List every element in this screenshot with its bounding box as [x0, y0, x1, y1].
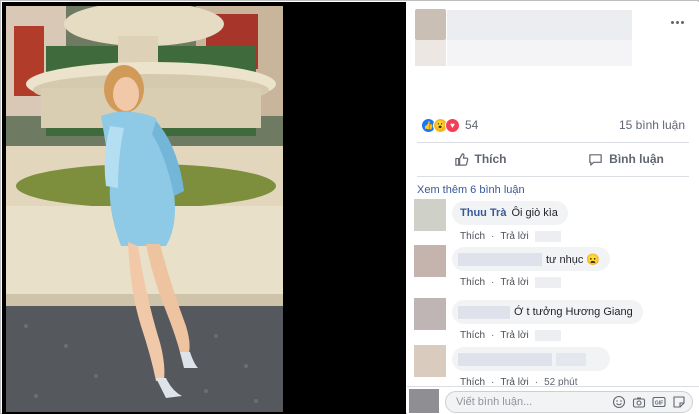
- comment-text: Ôi giò kìa: [511, 207, 558, 219]
- poster-avatar-blurred[interactable]: [415, 9, 446, 40]
- comment-button[interactable]: Bình luận: [553, 144, 699, 174]
- emoji-icon[interactable]: [612, 395, 626, 409]
- comment-time-blurred: [534, 277, 561, 288]
- divider: [417, 176, 689, 177]
- gif-icon[interactable]: GIF: [652, 395, 666, 409]
- comment-meta: Thích · Trả lời: [460, 330, 561, 341]
- divider: [417, 142, 689, 143]
- comment-like-link[interactable]: Thích: [460, 330, 485, 341]
- comment-reply-link[interactable]: Trả lời: [500, 330, 528, 341]
- more-options-icon[interactable]: [669, 16, 685, 28]
- commenter-avatar[interactable]: [414, 245, 446, 277]
- comment-icon: [589, 153, 602, 166]
- separator: ·: [491, 330, 495, 341]
- comment-meta: Thích · Trả lời: [460, 231, 561, 242]
- comment-text: Ớ t tưởng Hương Giang: [514, 306, 633, 318]
- sticker-icon[interactable]: [672, 395, 686, 409]
- comment-author-blurred: [458, 352, 552, 366]
- comment-reply-link[interactable]: Trả lời: [500, 277, 528, 288]
- blurred-region: [415, 40, 446, 66]
- comment-bubble: tư nhục 😦: [452, 247, 611, 271]
- commenter-avatar[interactable]: [414, 199, 446, 231]
- comment-text-blurred: [556, 352, 586, 366]
- photo-pane: [2, 2, 406, 414]
- thumbs-up-icon: [454, 152, 468, 166]
- comment-author-blurred: [458, 252, 542, 266]
- post-panel: 👍 😮 ♥ 54 15 bình luận Thích Bình luận Xe…: [407, 2, 699, 414]
- post-meta-blurred: [447, 40, 632, 66]
- comment-author-blurred: [458, 305, 510, 319]
- love-icon: ♥: [445, 117, 460, 133]
- comment-like-link[interactable]: Thích: [460, 231, 485, 242]
- reaction-count: 54: [465, 118, 479, 132]
- camera-icon[interactable]: [632, 395, 646, 409]
- comment-input[interactable]: [456, 394, 586, 410]
- comment-time-blurred: [534, 330, 561, 341]
- comment-bubble: Ớ t tưởng Hương Giang: [452, 300, 643, 324]
- comment-reply-link[interactable]: Trả lời: [500, 231, 528, 242]
- view-more-comments-link[interactable]: Xem thêm 6 bình luận: [417, 184, 525, 196]
- comment-meta: Thích · Trả lời: [460, 277, 561, 288]
- comment-bubble: [452, 347, 610, 371]
- post-photo[interactable]: [6, 6, 283, 412]
- separator: ·: [491, 231, 495, 242]
- like-button-label: Thích: [474, 152, 507, 166]
- poster-name-blurred: [447, 10, 632, 40]
- comment-like-link[interactable]: Thích: [460, 277, 485, 288]
- post-actions: Thích Bình luận: [407, 144, 699, 174]
- composer-tools: GIF: [612, 395, 686, 409]
- comment-author[interactable]: Thuu Trà: [460, 207, 506, 219]
- comment-input-wrapper: GIF: [445, 391, 693, 413]
- post-header: [407, 2, 699, 102]
- commenter-avatar[interactable]: [414, 345, 446, 377]
- separator: ·: [491, 277, 495, 288]
- comment-text: tư nhục 😦: [546, 253, 601, 266]
- comment-count[interactable]: 15 bình luận: [619, 118, 685, 132]
- comment-button-label: Bình luận: [609, 152, 664, 166]
- like-button[interactable]: Thích: [407, 144, 553, 174]
- svg-text:GIF: GIF: [655, 401, 663, 407]
- commenter-avatar[interactable]: [414, 298, 446, 330]
- reaction-summary[interactable]: 👍 😮 ♥ 54: [421, 116, 478, 134]
- comment-composer: GIF: [407, 386, 699, 414]
- current-user-avatar: [409, 389, 439, 413]
- photo-illustration: [6, 6, 283, 412]
- comment-time-blurred: [534, 231, 561, 242]
- post-viewer: 👍 😮 ♥ 54 15 bình luận Thích Bình luận Xe…: [0, 0, 699, 414]
- comment-bubble: Thuu Trà Ôi giò kìa: [452, 201, 568, 225]
